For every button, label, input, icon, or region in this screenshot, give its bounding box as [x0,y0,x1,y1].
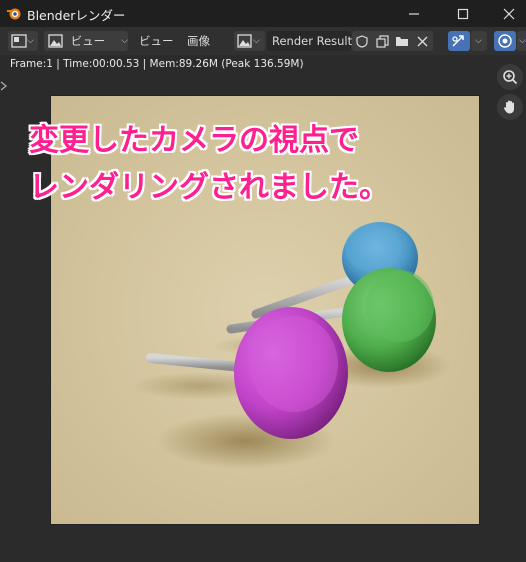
hand-icon [503,100,514,114]
view-menu[interactable]: ビュー [139,33,174,49]
editor-type-dropdown[interactable]: ⌵ [8,31,38,51]
image-editor-header: ⌵ ビュー ⌵ ビュー 画像 ⌵ Render Result ⌵ ⌵ [0,27,526,55]
render-info-bar: Frame:1 | Time:00:00.53 | Mem:89.26M (Pe… [0,55,526,75]
zoom-in-icon [503,70,518,85]
chevron-down-icon: ⌵ [519,36,526,46]
gizmo-icon [452,35,464,47]
unlink-image-button[interactable] [412,36,432,47]
view-mode-dropdown[interactable]: ビュー ⌵ [44,31,128,51]
gizmo-toggle[interactable] [448,31,470,51]
zoom-button[interactable] [497,64,523,90]
close-icon [503,8,515,19]
view-mode-label: ビュー [70,34,106,48]
image-icon [237,34,252,48]
chevron-down-icon: ⌵ [121,36,128,46]
sidebar-expand-icon[interactable] [0,80,8,92]
minimize-icon [409,12,419,15]
image-menu[interactable]: 画像 [187,33,210,49]
close-button[interactable] [486,0,526,27]
pan-button[interactable] [497,94,523,120]
folder-icon [396,37,408,46]
overlay-dropdown[interactable]: ⌵ [517,31,526,51]
image-name-field[interactable]: Render Result [267,31,353,51]
chevron-down-icon: ⌵ [475,36,482,46]
duplicate-icon [375,34,389,48]
image-icon [48,34,63,48]
open-image-button[interactable] [392,35,412,47]
shield-icon [356,34,368,48]
window-title-bar: Blenderレンダー [0,0,526,27]
overlay-icon [498,34,512,48]
lollipops-render [51,96,479,524]
render-result-image [51,96,479,524]
image-editor-icon [11,34,27,48]
minimize-button[interactable] [391,0,437,27]
image-actions-group [352,31,433,51]
caption-line-1: 変更したカメラの視点で [29,123,359,158]
caption-line-2: レンダリングされました。 [29,170,389,205]
chevron-down-icon: ⌵ [253,36,260,46]
close-icon [417,36,427,46]
maximize-icon [457,8,469,19]
new-image-button[interactable] [372,34,392,48]
chevron-down-icon: ⌵ [27,36,34,46]
browse-image-button[interactable]: ⌵ [234,31,265,51]
blender-logo-icon [7,8,21,20]
image-name-label: Render Result [272,34,353,48]
maximize-button[interactable] [440,0,486,27]
render-stats: Frame:1 | Time:00:00.53 | Mem:89.26M (Pe… [10,58,304,70]
window-title: Blenderレンダー [27,8,126,23]
fake-user-button[interactable] [352,34,372,48]
overlay-toggle[interactable] [494,31,516,51]
gizmo-dropdown[interactable]: ⌵ [471,31,487,51]
